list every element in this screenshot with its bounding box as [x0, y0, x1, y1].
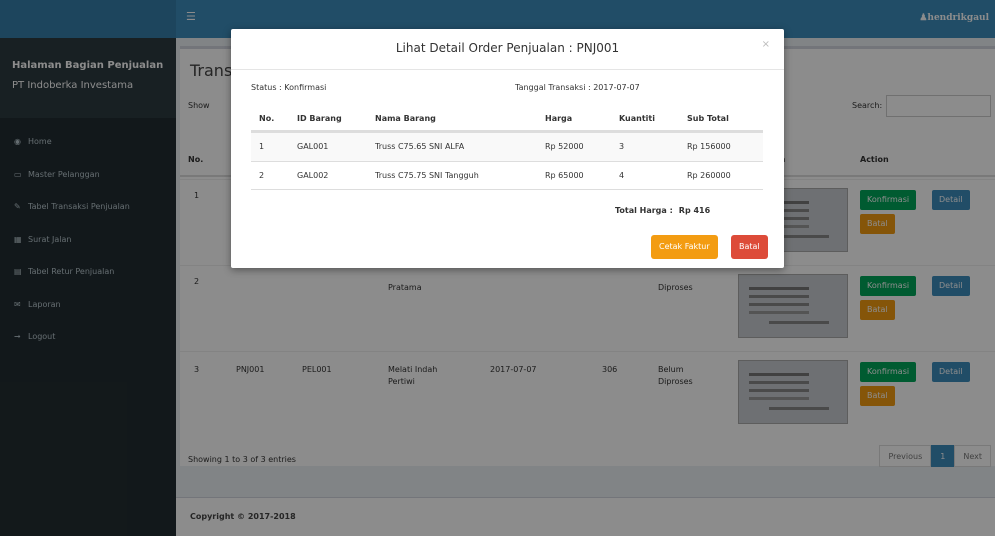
total-label: Total Harga : [615, 206, 673, 215]
table-header: No. ID Barang Nama Barang Harga Kuantiti… [251, 105, 763, 132]
column-header-subtotal: Sub Total [687, 114, 729, 123]
cetak-faktur-button[interactable]: Cetak Faktur [651, 235, 718, 259]
modal-divider [231, 69, 784, 70]
order-status: Status : Konfirmasi [251, 83, 327, 92]
item-qty: 4 [619, 171, 625, 180]
item-id: GAL002 [297, 171, 329, 180]
transaction-date: Tanggal Transaksi : 2017-07-07 [515, 83, 640, 92]
table-row: 2 GAL002 Truss C75.75 SNI Tangguh Rp 650… [251, 161, 763, 190]
modal-title: Lihat Detail Order Penjualan : PNJ001 [395, 41, 620, 55]
column-header-nama: Nama Barang [375, 114, 436, 123]
item-price: Rp 52000 [545, 142, 584, 151]
batal-modal-button[interactable]: Batal [731, 235, 768, 259]
item-id: GAL001 [297, 142, 329, 151]
table-row: 1 GAL001 Truss C75.65 SNI ALFA Rp 52000 … [251, 132, 763, 161]
column-header-harga: Harga [545, 114, 573, 123]
column-header-id: ID Barang [297, 114, 342, 123]
item-qty: 3 [619, 142, 625, 151]
order-detail-modal: Lihat Detail Order Penjualan : PNJ001 × … [231, 29, 784, 268]
total-price: Total Harga : Rp 416 [615, 206, 710, 215]
item-subtotal: Rp 260000 [687, 171, 731, 180]
column-header-no: No. [259, 114, 275, 123]
item-name: Truss C75.75 SNI Tangguh [375, 171, 479, 180]
column-header-kuantiti: Kuantiti [619, 114, 655, 123]
item-name: Truss C75.65 SNI ALFA [375, 142, 465, 151]
item-no: 2 [259, 171, 265, 180]
item-price: Rp 65000 [545, 171, 584, 180]
item-subtotal: Rp 156000 [687, 142, 731, 151]
item-no: 1 [259, 142, 265, 151]
total-value: Rp 416 [678, 206, 711, 215]
close-icon[interactable]: × [762, 39, 770, 50]
